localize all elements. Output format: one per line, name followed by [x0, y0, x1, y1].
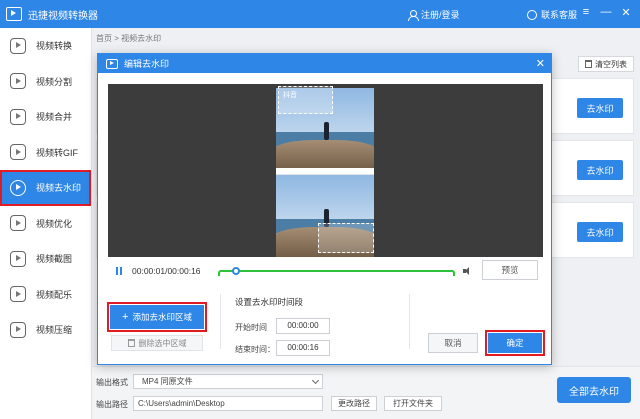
time-section-title: 设置去水印时间段 [235, 297, 304, 307]
gif-icon [10, 144, 26, 161]
output-format-value: MP4 同原文件 [142, 377, 193, 386]
open-folder-button[interactable]: 打开文件夹 [384, 396, 442, 411]
optimize-icon [10, 215, 26, 232]
delete-selected-region-button[interactable]: 删除选中区域 [111, 335, 203, 351]
sidebar-item-label: 视频去水印 [36, 183, 82, 194]
add-region-label: 添加去水印区域 [132, 312, 192, 322]
sidebar-item-video-compress[interactable]: 视频压缩 [0, 312, 91, 348]
change-path-button[interactable]: 更改路径 [331, 396, 377, 411]
remove-watermark-button[interactable]: 去水印 [577, 98, 623, 118]
delete-region-label: 删除选中区域 [138, 338, 187, 348]
login-label: 注册/登录 [421, 10, 460, 20]
plus-icon: + [122, 310, 129, 323]
watermark-region-box[interactable] [318, 223, 374, 253]
sidebar-item-label: 视频压缩 [36, 325, 73, 336]
end-time-input[interactable]: 00:00:16 [276, 340, 330, 356]
close-icon[interactable]: ✕ [620, 6, 632, 19]
trash-icon [585, 60, 592, 68]
sidebar-item-video-music[interactable]: 视频配乐 [0, 277, 91, 313]
watermark-remove-icon [10, 179, 26, 196]
sidebar-item-watermark-remove[interactable]: 视频去水印 [0, 170, 91, 206]
sidebar: 视频转换 视频分割 视频合并 视频转GIF 视频去水印 视频优化 视频截图 视频… [0, 28, 92, 419]
sidebar-item-label: 视频优化 [36, 218, 73, 229]
clear-list-button[interactable]: 清空列表 [578, 56, 634, 72]
support-link[interactable]: 联系客服 [527, 8, 577, 21]
sidebar-item-label: 视频配乐 [36, 289, 73, 300]
trash-icon [127, 339, 135, 347]
minimize-icon[interactable]: — [600, 6, 612, 19]
dialog-title: 编辑去水印 [124, 59, 170, 69]
window-controls: ≡ — ✕ [580, 6, 632, 19]
player-controls: 00:00:01/00:00:16 预览 [108, 260, 543, 282]
video-icon [106, 58, 118, 69]
video-convert-icon [10, 37, 26, 54]
music-icon [10, 286, 26, 303]
watermark-region-box[interactable]: 抖音 [278, 86, 333, 114]
confirm-button[interactable]: 确定 [485, 330, 545, 356]
output-path-input[interactable]: C:\Users\admin\Desktop [133, 396, 323, 411]
divider [220, 294, 221, 349]
chat-icon [527, 9, 537, 20]
sidebar-item-label: 视频转GIF [36, 147, 78, 158]
watermark-logo: 抖音 [283, 92, 297, 99]
user-icon [408, 9, 419, 21]
login-link[interactable]: 注册/登录 [408, 8, 460, 21]
divider [409, 294, 410, 349]
dialog-header: 编辑去水印 ✕ [98, 54, 551, 73]
screenshot-icon [10, 250, 26, 267]
chevron-down-icon [311, 376, 320, 385]
preview-button[interactable]: 预览 [482, 260, 538, 280]
playback-time: 00:00:01/00:00:16 [132, 266, 201, 276]
sidebar-item-label: 视频转换 [36, 41, 73, 52]
timeline-slider[interactable] [218, 266, 455, 276]
playhead-knob[interactable] [232, 267, 241, 275]
start-time-label: 开始时间 [235, 323, 267, 332]
sidebar-item-video-merge[interactable]: 视频合并 [0, 99, 91, 135]
dialog-close-icon[interactable]: ✕ [536, 57, 545, 70]
app-logo-icon [6, 7, 22, 21]
pause-icon[interactable] [116, 267, 122, 275]
sidebar-item-video-gif[interactable]: 视频转GIF [0, 135, 91, 171]
title-bar: 迅捷视频转换器 注册/登录 联系客服 ≡ — ✕ [0, 0, 640, 28]
output-path-label: 输出路径 [96, 400, 128, 409]
sidebar-item-video-convert[interactable]: 视频转换 [0, 28, 91, 64]
sidebar-item-label: 视频合并 [36, 112, 73, 123]
sidebar-item-video-screenshot[interactable]: 视频截图 [0, 241, 91, 277]
add-watermark-region-button[interactable]: + 添加去水印区域 [107, 302, 207, 332]
compress-icon [10, 321, 26, 338]
sidebar-item-label: 视频分割 [36, 76, 73, 87]
output-format-label: 输出格式 [96, 378, 128, 387]
volume-icon[interactable] [463, 266, 473, 276]
sidebar-item-label: 视频截图 [36, 254, 73, 265]
cancel-button[interactable]: 取消 [428, 333, 478, 353]
scissors-icon [10, 73, 26, 90]
merge-icon [10, 108, 26, 125]
app-title: 迅捷视频转换器 [28, 10, 98, 22]
output-format-select[interactable]: MP4 同原文件 [133, 374, 323, 389]
remove-all-watermarks-button[interactable]: 全部去水印 [557, 377, 631, 403]
breadcrumb[interactable]: 首页 > 视频去水印 [96, 33, 161, 44]
remove-watermark-button[interactable]: 去水印 [577, 222, 623, 242]
end-time-label: 结束时间： [235, 345, 275, 354]
timeline-start-handle[interactable] [218, 270, 222, 276]
edit-watermark-dialog: 编辑去水印 ✕ 抖音 00:00:01/00:00:16 预览 + 添加去水印区… [97, 53, 552, 365]
sidebar-item-video-optimize[interactable]: 视频优化 [0, 206, 91, 242]
clear-list-label: 清空列表 [595, 59, 627, 69]
timeline-track [220, 270, 453, 272]
support-label: 联系客服 [541, 10, 578, 20]
video-player[interactable]: 抖音 [108, 84, 543, 257]
remove-watermark-button[interactable]: 去水印 [577, 160, 623, 180]
sidebar-item-video-split[interactable]: 视频分割 [0, 64, 91, 100]
start-time-input[interactable]: 00:00:00 [276, 318, 330, 334]
menu-icon[interactable]: ≡ [580, 6, 592, 19]
timeline-end-handle[interactable] [451, 270, 455, 276]
